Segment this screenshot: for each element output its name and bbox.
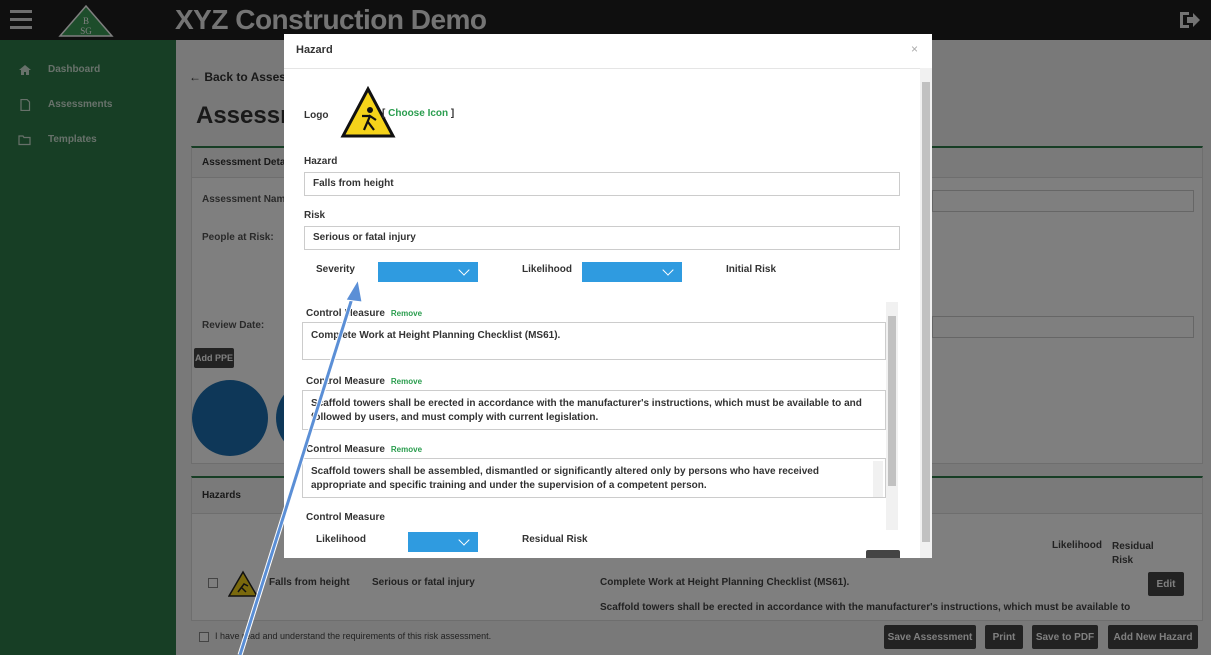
choose-icon-link[interactable]: [ Choose Icon ] bbox=[382, 108, 454, 119]
hazard-label: Hazard bbox=[304, 156, 338, 167]
chevron-down-icon bbox=[662, 264, 674, 276]
control-measure-label: Control Measure bbox=[306, 512, 385, 523]
control-measures-scrollbar[interactable] bbox=[886, 302, 898, 530]
chevron-down-icon bbox=[458, 264, 470, 276]
control-measure-textarea[interactable]: Scaffold towers shall be assembled, dism… bbox=[302, 458, 886, 498]
risk-input[interactable]: Serious or fatal injury bbox=[304, 226, 900, 250]
control-measure-label: Control Measure Remove bbox=[306, 376, 423, 387]
control-measure-label: Control Measure Remove bbox=[306, 444, 423, 455]
hazard-modal: Hazard × Logo [ Choose Icon ] Hazard Fal… bbox=[284, 34, 932, 558]
control-measure-textarea[interactable]: Scaffold towers shall be erected in acco… bbox=[302, 390, 886, 430]
residual-risk-label: Residual Risk bbox=[522, 534, 588, 545]
close-icon[interactable]: × bbox=[911, 42, 918, 56]
remove-link[interactable]: Remove bbox=[391, 309, 422, 318]
likelihood-select[interactable] bbox=[582, 262, 682, 282]
remove-link[interactable]: Remove bbox=[391, 377, 422, 386]
likelihood-label: Likelihood bbox=[316, 534, 366, 545]
likelihood-label: Likelihood bbox=[522, 264, 572, 275]
control-measure-label: Control Measure Remove bbox=[306, 308, 423, 319]
severity-label: Severity bbox=[316, 264, 355, 275]
modal-title: Hazard bbox=[296, 44, 333, 56]
remove-link[interactable]: Remove bbox=[391, 445, 422, 454]
chevron-down-icon bbox=[458, 534, 470, 546]
modal-action-button[interactable] bbox=[866, 550, 900, 558]
divider bbox=[284, 68, 932, 69]
control-measure-textarea[interactable]: Complete Work at Height Planning Checkli… bbox=[302, 322, 886, 360]
hazard-input[interactable]: Falls from height bbox=[304, 172, 900, 196]
logo-label: Logo bbox=[304, 110, 329, 121]
severity-select[interactable] bbox=[378, 262, 478, 282]
risk-label: Risk bbox=[304, 210, 326, 221]
residual-likelihood-select[interactable] bbox=[408, 532, 478, 552]
modal-scrollbar[interactable] bbox=[920, 68, 932, 558]
initial-risk-label: Initial Risk bbox=[726, 264, 777, 275]
control-measures-list[interactable]: Control Measure Remove Complete Work at H… bbox=[302, 302, 900, 530]
textarea-scrollbar[interactable] bbox=[873, 461, 883, 497]
